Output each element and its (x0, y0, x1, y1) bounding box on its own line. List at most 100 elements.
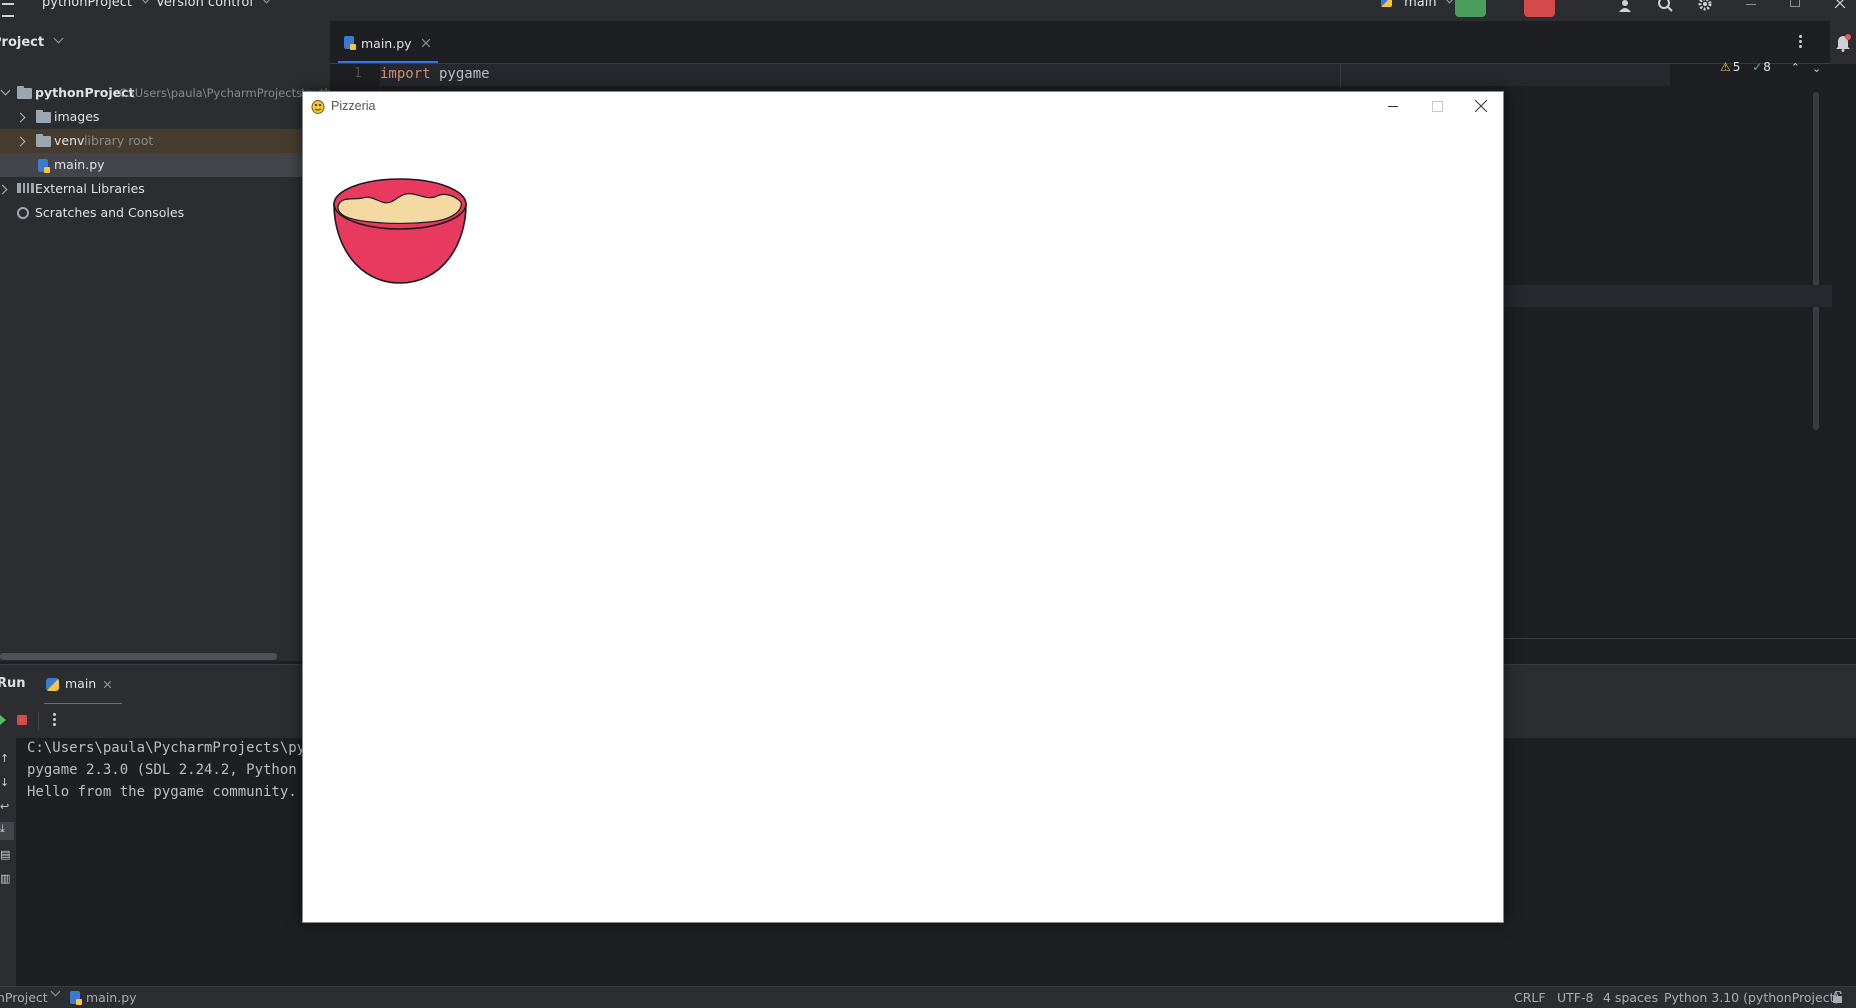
game-close-button[interactable] (1459, 92, 1503, 122)
code-line: import pygame (380, 66, 490, 82)
line-separator-widget[interactable]: CRLF (1514, 990, 1546, 1005)
chevron-right-icon (15, 112, 26, 123)
warning-count: 5 (1732, 60, 1741, 74)
vcs-menu[interactable]: Version control (156, 0, 272, 10)
soft-wrap-icon[interactable]: ↩ (0, 800, 9, 813)
tree-item-label: venv (54, 133, 85, 148)
pygame-snake-icon (311, 100, 325, 114)
breadcrumb-chevron-icon (50, 986, 61, 997)
run-button[interactable] (1455, 0, 1486, 17)
code-with-me-icon[interactable] (1617, 0, 1635, 12)
status-bar: nProject main.py CRLF UTF-8 4 spaces Pyt… (0, 986, 1856, 1008)
tab-main-py[interactable]: main.py (338, 21, 438, 63)
breadcrumb-project[interactable]: nProject (0, 990, 48, 1005)
chevron-down-icon (1444, 0, 1455, 4)
branch-selector[interactable]: main (1381, 0, 1455, 10)
print-icon[interactable]: ▤ (0, 848, 10, 861)
search-icon[interactable] (1657, 0, 1675, 12)
tree-item-label: External Libraries (35, 181, 145, 196)
project-menu-label: pythonProject (42, 0, 132, 10)
stop-run-icon[interactable] (17, 715, 27, 725)
tree-item-images[interactable]: images (0, 105, 330, 129)
close-icon[interactable] (1834, 0, 1846, 8)
python-file-icon (70, 991, 82, 1005)
toolbar-separator (38, 712, 39, 730)
tree-item-venv[interactable]: venv library root (0, 129, 330, 153)
console-line: pygame 2.3.0 (SDL 2.24.2, Python 3 (27, 762, 314, 778)
run-tab-label: main (65, 676, 97, 691)
notifications-icon[interactable] (1835, 34, 1851, 52)
project-panel-header[interactable]: Project (0, 33, 64, 50)
up-arrow-icon[interactable]: ↑ (0, 752, 9, 765)
chevron-down-icon (140, 0, 151, 4)
warning-icon: ⚠ (1720, 60, 1731, 74)
stop-button[interactable] (1524, 0, 1555, 17)
project-menu[interactable]: pythonProject (42, 0, 151, 10)
check-count: 8 (1763, 60, 1771, 74)
scroll-to-end-icon[interactable]: ⤓ (0, 822, 14, 840)
console-line: C:\Users\paula\PycharmProjects\pyth (27, 740, 323, 756)
folder-icon (17, 86, 32, 99)
tree-item-hint: library root (84, 133, 154, 148)
close-tab-icon[interactable] (422, 39, 430, 47)
more-options-icon[interactable] (1799, 35, 1802, 48)
down-arrow-icon[interactable]: ↓ (0, 776, 9, 789)
next-highlight-icon[interactable]: ⌃ (1812, 61, 1821, 74)
vertical-scrollbar[interactable] (1813, 92, 1819, 430)
folder-icon (36, 110, 51, 123)
check-icon: ✓ (1752, 60, 1763, 74)
library-icon (17, 183, 34, 193)
game-window-title: Pizzeria (331, 99, 376, 113)
inspections-widget[interactable]: ⚠ 5 ✓8 ⌃ ⌃ (1720, 60, 1821, 74)
minimize-icon[interactable] (1746, 4, 1756, 5)
tab-run-main[interactable]: main (44, 665, 122, 705)
close-tab-icon[interactable] (104, 681, 111, 688)
highlighted-line (1502, 285, 1832, 307)
horizontal-scrollbar[interactable] (0, 653, 277, 660)
game-minimize-button[interactable] (1371, 92, 1415, 122)
chevron-down-icon (53, 33, 64, 44)
python-file-icon (38, 159, 50, 173)
lock-icon[interactable] (1832, 991, 1844, 1003)
branch-label: main (1404, 0, 1437, 10)
console-line: Hello from the pygame community. h (27, 784, 314, 800)
python-file-icon (344, 36, 356, 50)
pizza-bowl-sprite[interactable] (333, 176, 467, 284)
line-number: 1 (354, 66, 362, 81)
indent-widget[interactable]: 4 spaces (1603, 990, 1658, 1005)
tree-item-root[interactable]: pythonProject C:\Users\paula\PycharmProj… (0, 81, 339, 105)
project-panel-title: Project (0, 35, 45, 50)
close-icon (1475, 100, 1487, 112)
folder-icon (36, 134, 51, 147)
code-text: pygame (430, 66, 490, 82)
ide-title-bar: pythonProject Version control main (0, 0, 1856, 21)
previous-highlight-icon[interactable]: ⌃ (1791, 61, 1800, 74)
maximize-icon[interactable] (1790, 0, 1800, 7)
chevron-down-icon (261, 0, 272, 4)
encoding-widget[interactable]: UTF-8 (1557, 990, 1593, 1005)
current-line-highlight (380, 64, 1670, 86)
more-options-icon[interactable] (53, 713, 56, 726)
chevron-down-icon (0, 85, 11, 96)
python-icon (46, 678, 59, 691)
game-window[interactable]: Pizzeria (302, 91, 1504, 923)
hamburger-menu-icon[interactable] (2, 3, 14, 17)
scratches-icon (17, 207, 29, 219)
rerun-icon[interactable] (0, 715, 6, 725)
tree-item-label: images (54, 109, 100, 124)
interpreter-widget[interactable]: Python 3.10 (pythonProject) (1664, 990, 1839, 1005)
chevron-right-icon (0, 184, 8, 195)
console-line-text: Hello from the pygame community. (27, 784, 306, 800)
minimize-icon (1388, 106, 1398, 107)
tree-item-label: Scratches and Consoles (35, 205, 185, 220)
breadcrumb-file[interactable]: main.py (86, 990, 137, 1005)
game-window-title-bar[interactable]: Pizzeria (303, 92, 1503, 122)
game-maximize-button[interactable] (1415, 92, 1459, 122)
gear-icon[interactable] (1697, 0, 1713, 12)
tree-item-external-libraries[interactable]: External Libraries (0, 177, 330, 201)
trash-icon[interactable]: ▥ (0, 872, 10, 885)
vcs-menu-label: Version control (156, 0, 253, 10)
tree-item-main-py[interactable]: main.py (0, 153, 330, 177)
tab-label: main.py (361, 36, 412, 51)
tree-item-scratches[interactable]: Scratches and Consoles (0, 201, 330, 225)
